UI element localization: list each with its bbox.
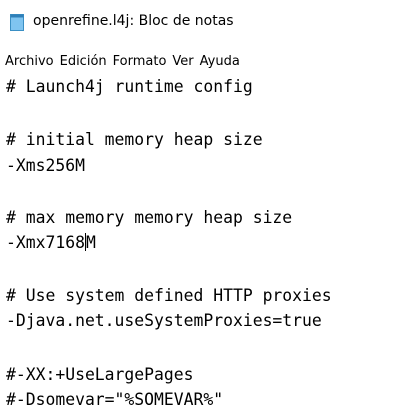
editor-line: #-XX:+UseLargePages (6, 365, 194, 384)
text-caret (84, 233, 86, 251)
notepad-icon (10, 14, 24, 31)
window-title: openrefine.l4j: Bloc de notas (33, 13, 234, 29)
menu-ver[interactable]: Ver (169, 53, 196, 71)
menu-ayuda[interactable]: Ayuda (197, 53, 243, 71)
editor-line: # max memory memory heap size (6, 208, 293, 227)
editor-line: -Djava.net.useSystemProxies=true (6, 311, 322, 330)
text-editor[interactable]: # Launch4j runtime config # initial memo… (0, 72, 409, 413)
editor-line: # Launch4j runtime config (6, 77, 253, 96)
editor-line: # initial memory heap size (6, 130, 263, 149)
editor-line: -Xms256M (6, 156, 85, 175)
title-bar: openrefine.l4j: Bloc de notas (0, 0, 409, 44)
editor-line: #-Dsomevar="%SOMEVAR%" (6, 390, 224, 409)
menu-bar: Archivo Edición Formato Ver Ayuda (0, 52, 409, 72)
menu-archivo[interactable]: Archivo (0, 53, 57, 71)
editor-line-with-caret: -Xmx7168M (6, 233, 96, 252)
menu-edicion[interactable]: Edición (57, 53, 110, 71)
editor-line: # Use system defined HTTP proxies (6, 286, 332, 305)
menu-formato[interactable]: Formato (110, 53, 170, 71)
